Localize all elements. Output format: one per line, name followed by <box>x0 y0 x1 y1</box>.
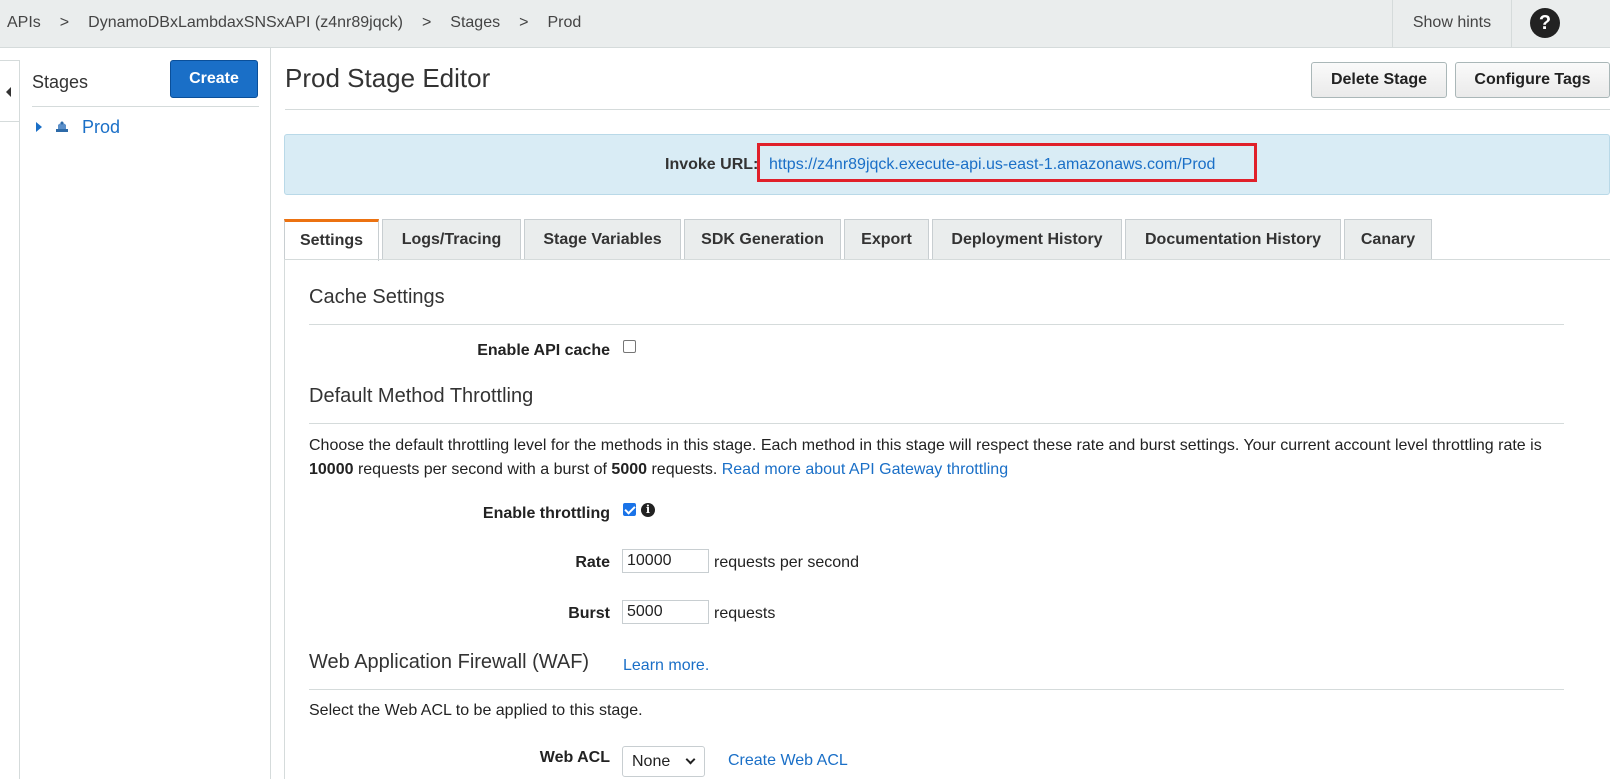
breadcrumb-separator: > <box>421 14 432 31</box>
stage-tree-item-prod[interactable]: Prod <box>36 116 120 138</box>
stages-panel: Stages Create Prod <box>20 48 271 779</box>
rate-unit: requests per second <box>714 554 859 571</box>
tab-settings[interactable]: Settings <box>284 219 379 261</box>
throttling-desc-text: requests. <box>647 461 722 478</box>
rate-label: Rate <box>575 554 610 571</box>
create-web-acl-link[interactable]: Create Web ACL <box>728 752 848 770</box>
nav-collapse-strip <box>0 60 20 779</box>
tab-deployment-history[interactable]: Deployment History <box>932 219 1122 260</box>
info-icon[interactable]: i <box>641 503 655 517</box>
help-icon[interactable]: ? <box>1530 8 1560 38</box>
burst-label: Burst <box>568 605 610 622</box>
burst-input[interactable]: 5000 <box>622 600 709 624</box>
account-burst-value: 5000 <box>611 461 648 478</box>
invoke-url-label: Invoke URL: <box>665 156 759 173</box>
breadcrumb-prod: Prod <box>547 14 582 31</box>
stages-title: Stages <box>32 72 89 92</box>
web-acl-label: Web ACL <box>539 749 610 766</box>
divider <box>309 423 1564 424</box>
burst-unit: requests <box>714 605 776 622</box>
breadcrumb-api-name[interactable]: DynamoDBxLambdaxSNSxAPI (z4nr89jqck) <box>88 14 403 32</box>
enable-throttling-checkbox[interactable] <box>623 503 636 516</box>
divider <box>285 109 1610 110</box>
chevron-down-icon <box>685 754 696 765</box>
read-more-throttling-link[interactable]: Read more about API Gateway throttling <box>722 461 1008 478</box>
page-title: Prod Stage Editor <box>285 63 491 93</box>
enable-throttling-label: Enable throttling <box>482 505 610 522</box>
collapse-nav-button[interactable] <box>0 60 19 122</box>
invoke-url-banner: Invoke URL: https://z4nr89jqck.execute-a… <box>284 134 1610 195</box>
delete-stage-button[interactable]: Delete Stage <box>1311 62 1447 98</box>
tab-canary[interactable]: Canary <box>1344 219 1432 260</box>
throttling-description: Choose the default throttling level for … <box>309 434 1569 482</box>
account-rate-value: 10000 <box>309 461 354 478</box>
configure-tags-button[interactable]: Configure Tags <box>1455 62 1610 98</box>
expand-caret-icon[interactable] <box>36 122 42 132</box>
rate-input[interactable]: 10000 <box>622 549 709 573</box>
breadcrumb-separator: > <box>519 14 529 31</box>
breadcrumb-apis[interactable]: APIs <box>7 14 41 32</box>
throttling-title: Default Method Throttling <box>309 385 534 407</box>
show-hints-button[interactable]: Show hints <box>1392 0 1512 47</box>
throttling-desc-text: requests per second with a burst of <box>353 461 612 478</box>
breadcrumb-separator: > <box>59 14 70 31</box>
enable-api-cache-label: Enable API cache <box>477 342 610 359</box>
tab-documentation-history[interactable]: Documentation History <box>1125 219 1341 260</box>
create-stage-button[interactable]: Create <box>170 60 258 98</box>
tab-stage-variables[interactable]: Stage Variables <box>524 219 681 260</box>
cache-settings-title: Cache Settings <box>309 286 445 308</box>
tab-sdk-generation[interactable]: SDK Generation <box>684 219 841 260</box>
stage-label[interactable]: Prod <box>82 117 120 138</box>
caret-left-icon <box>6 87 11 97</box>
tab-export[interactable]: Export <box>844 219 929 260</box>
waf-title: Web Application Firewall (WAF) <box>309 651 590 673</box>
top-bar: APIs > DynamoDBxLambdaxSNSxAPI (z4nr89jqck… <box>0 0 1610 48</box>
breadcrumb: APIs > DynamoDBxLambdaxSNSxAPI (z4nr89jqck… <box>7 14 581 32</box>
divider <box>309 324 1564 325</box>
divider <box>309 689 1564 690</box>
web-acl-selected-value: None <box>632 753 671 770</box>
enable-api-cache-checkbox[interactable] <box>623 340 636 353</box>
stage-icon <box>56 121 68 132</box>
tab-logs-tracing[interactable]: Logs/Tracing <box>382 219 521 260</box>
waf-description: Select the Web ACL to be applied to this… <box>309 702 643 719</box>
breadcrumb-stages[interactable]: Stages <box>450 14 500 32</box>
divider <box>32 106 259 107</box>
invoke-url-link[interactable]: https://z4nr89jqck.execute-api.us-east-1… <box>769 156 1215 174</box>
waf-learn-more-link[interactable]: Learn more. <box>623 657 709 675</box>
throttling-desc-text: Choose the default throttling level for … <box>309 437 1542 454</box>
web-acl-select[interactable]: None <box>622 746 705 777</box>
